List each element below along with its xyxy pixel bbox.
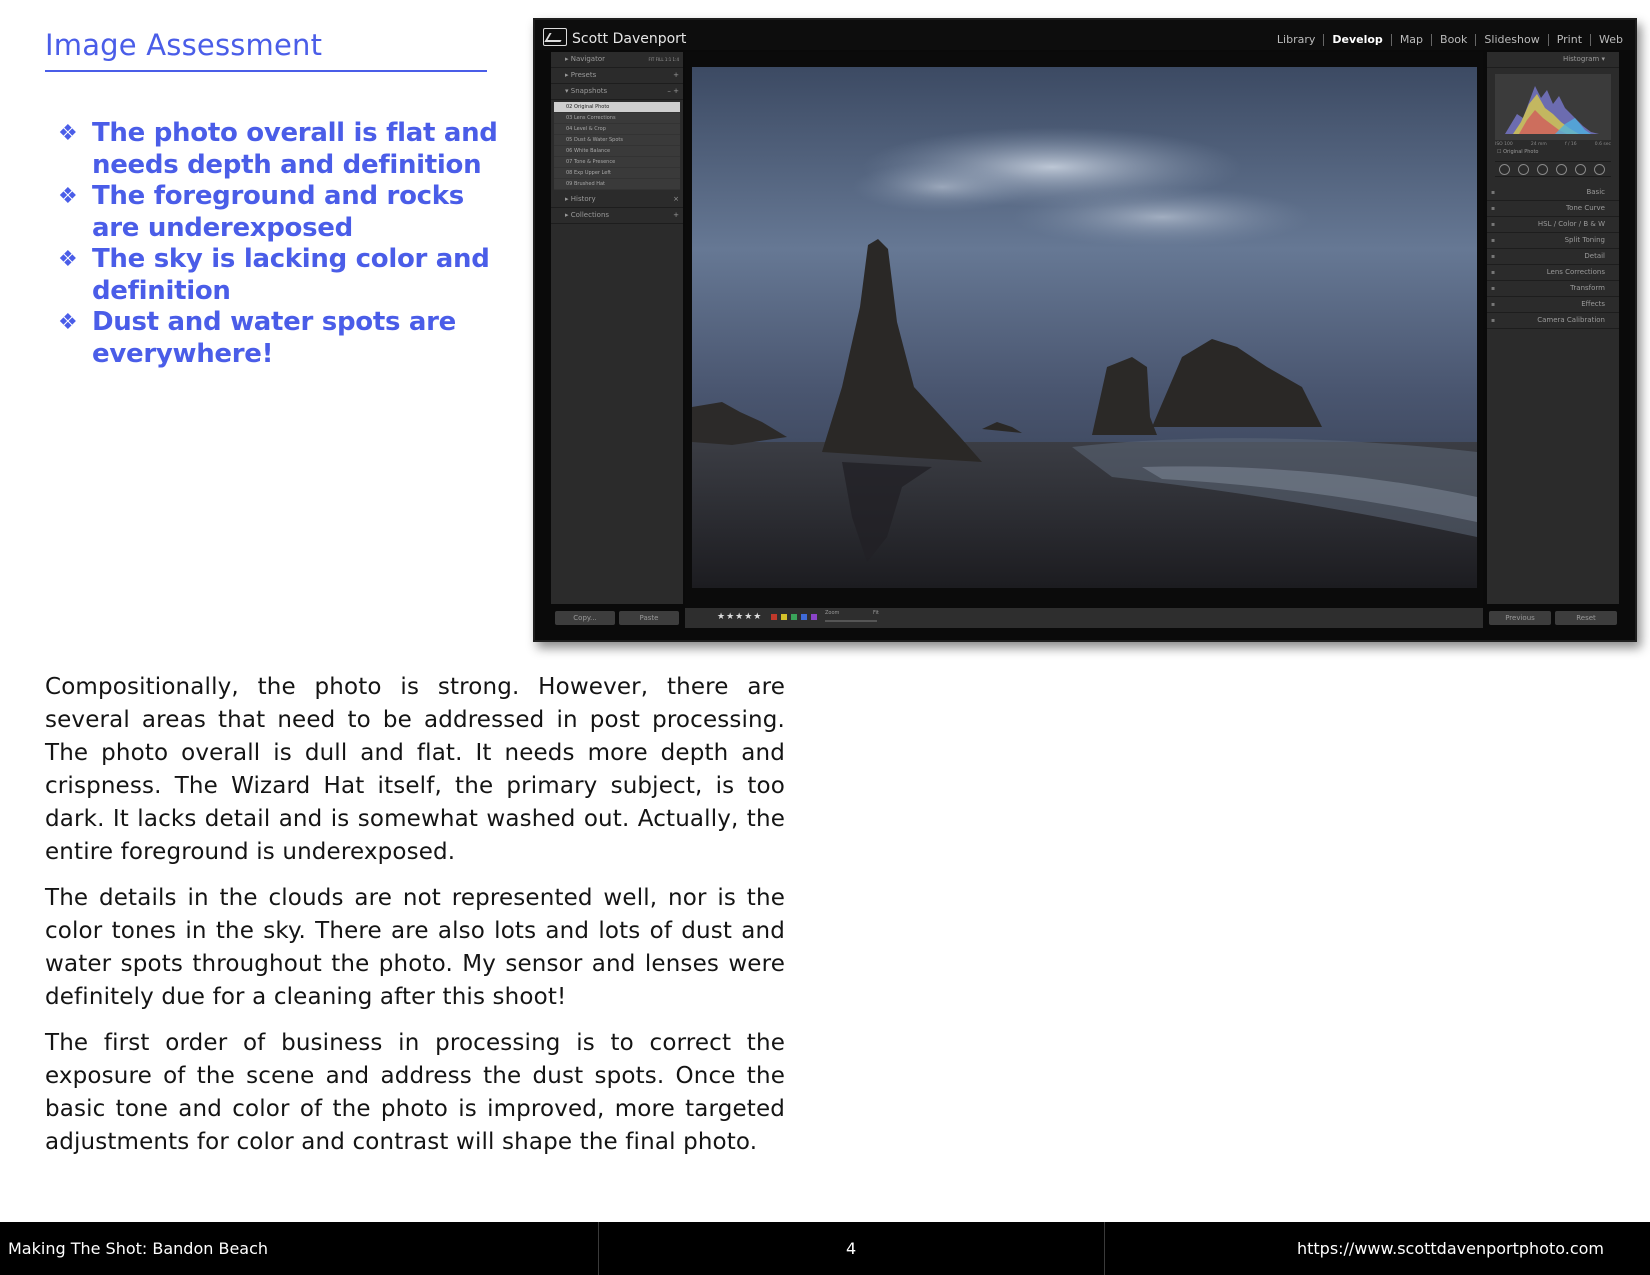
snapshot-item[interactable]: 02 Original Photo: [554, 102, 680, 113]
camera-calibration-panel-header[interactable]: Camera Calibration: [1487, 313, 1619, 329]
module-develop[interactable]: Develop: [1323, 34, 1390, 46]
bullet-item: ❖ The photo overall is flat and needs dep…: [58, 118, 498, 180]
body-paragraph: The details in the clouds are not repres…: [45, 885, 785, 1010]
page-footer: Making The Shot: Bandon Beach 4 https://…: [0, 1222, 1650, 1275]
body-paragraph: The first order of business in processin…: [45, 1030, 785, 1155]
diamond-bullet-icon: ❖: [58, 310, 78, 335]
paste-settings-button[interactable]: Paste: [619, 611, 679, 625]
history-panel-header[interactable]: ▸ History ×: [551, 192, 683, 208]
identity-plate-name: Scott Davenport: [572, 31, 687, 47]
basic-panel-header[interactable]: Basic: [1487, 185, 1619, 201]
adjustment-brush-tool-icon[interactable]: [1594, 163, 1605, 175]
color-label-green[interactable]: [791, 614, 797, 620]
red-eye-tool-icon[interactable]: [1537, 163, 1548, 175]
previous-button[interactable]: Previous: [1489, 611, 1551, 625]
spot-removal-tool-icon[interactable]: [1518, 163, 1529, 175]
bullet-item: ❖ The sky is lacking color and definition: [58, 244, 490, 306]
module-picker: Library Develop Map Book Slideshow Print…: [1269, 34, 1631, 46]
left-panel: ▸ Navigator FIT FILL 1:1 1:4 ▸ Presets + ▾…: [551, 52, 683, 604]
hsl-panel-header[interactable]: HSL / Color / B & W: [1487, 217, 1619, 233]
footer-url[interactable]: https://www.scottdavenportphoto.com: [1297, 1239, 1604, 1258]
copy-settings-button[interactable]: Copy...: [555, 611, 615, 625]
color-label-blue[interactable]: [801, 614, 807, 620]
diamond-bullet-icon: ❖: [58, 247, 78, 272]
lightroom-screenshot: Scott Davenport Library Develop Map Book…: [533, 18, 1637, 642]
module-print[interactable]: Print: [1547, 34, 1590, 46]
module-web[interactable]: Web: [1590, 34, 1631, 46]
footer-divider: [1104, 1222, 1105, 1275]
body-paragraph: Compositionally, the photo is strong. Ho…: [45, 674, 785, 865]
fit-label: Fit: [873, 610, 879, 616]
zoom-slider[interactable]: [825, 620, 877, 622]
module-map[interactable]: Map: [1390, 34, 1431, 46]
histogram-panel-header[interactable]: Histogram ▾: [1487, 52, 1619, 68]
snapshot-item[interactable]: 04 Level & Crop: [554, 124, 680, 135]
histogram-metadata: ISO 100 24 mm f / 16 0.6 sec: [1495, 142, 1611, 147]
bullet-item: ❖ Dust and water spots are everywhere!: [58, 307, 456, 369]
module-book[interactable]: Book: [1431, 34, 1475, 46]
color-label-purple[interactable]: [811, 614, 817, 620]
footer-divider: [598, 1222, 599, 1275]
section-heading: Image Assessment: [45, 28, 487, 72]
diamond-bullet-icon: ❖: [58, 121, 78, 146]
radial-filter-tool-icon[interactable]: [1575, 163, 1586, 175]
graduated-filter-tool-icon[interactable]: [1556, 163, 1567, 175]
body-text: Compositionally, the photo is strong. Ho…: [45, 671, 785, 1172]
lightroom-top-bar: Scott Davenport Library Develop Map Book…: [535, 20, 1635, 50]
module-slideshow[interactable]: Slideshow: [1475, 34, 1547, 46]
effects-panel-header[interactable]: Effects: [1487, 297, 1619, 313]
original-photo-indicator: ☐ Original Photo: [1497, 149, 1539, 155]
footer-title: Making The Shot: Bandon Beach: [8, 1239, 269, 1258]
snapshot-item[interactable]: 05 Dust & Water Spots: [554, 135, 680, 146]
assessment-bullet-list: ❖ The photo overall is flat and needs dep…: [58, 118, 498, 370]
tool-strip: [1495, 161, 1611, 177]
identity-plate-logo-icon: [543, 28, 567, 46]
snapshot-item[interactable]: 06 White Balance: [554, 146, 680, 157]
snapshot-item[interactable]: 07 Tone & Presence: [554, 157, 680, 168]
color-label-red[interactable]: [771, 614, 777, 620]
collections-panel-header[interactable]: ▸ Collections +: [551, 208, 683, 224]
snapshot-item[interactable]: 03 Lens Corrections: [554, 113, 680, 124]
presets-panel-header[interactable]: ▸ Presets +: [551, 68, 683, 84]
tone-curve-panel-header[interactable]: Tone Curve: [1487, 201, 1619, 217]
page-number: 4: [846, 1239, 857, 1258]
zoom-label: Zoom: [825, 610, 840, 616]
bullet-item: ❖ The foreground and rocks are underexpos…: [58, 181, 464, 243]
rating-stars[interactable]: ★★★★★: [717, 612, 762, 622]
detail-panel-header[interactable]: Detail: [1487, 249, 1619, 265]
color-label-yellow[interactable]: [781, 614, 787, 620]
snapshot-item[interactable]: 09 Brushed Hat: [554, 179, 680, 190]
snapshot-list: 02 Original Photo 03 Lens Corrections 04…: [554, 102, 680, 190]
develop-toolbar: ★★★★★ Zoom Fit: [685, 608, 1483, 628]
snapshot-item[interactable]: 08 Exp Upper Left: [554, 168, 680, 179]
beach-photo: [692, 67, 1477, 588]
histogram-chart: [1495, 74, 1611, 140]
split-toning-panel-header[interactable]: Split Toning: [1487, 233, 1619, 249]
lens-corrections-panel-header[interactable]: Lens Corrections: [1487, 265, 1619, 281]
right-panel: Histogram ▾ ISO 100 24 mm f / 16 0.6 sec…: [1487, 52, 1619, 604]
crop-tool-icon[interactable]: [1499, 163, 1510, 175]
snapshots-panel-header[interactable]: ▾ Snapshots – +: [551, 84, 683, 100]
navigator-panel-header[interactable]: ▸ Navigator FIT FILL 1:1 1:4: [551, 52, 683, 68]
photo-canvas: [685, 52, 1483, 618]
reset-button[interactable]: Reset: [1555, 611, 1617, 625]
diamond-bullet-icon: ❖: [58, 184, 78, 209]
transform-panel-header[interactable]: Transform: [1487, 281, 1619, 297]
module-library[interactable]: Library: [1269, 34, 1323, 46]
